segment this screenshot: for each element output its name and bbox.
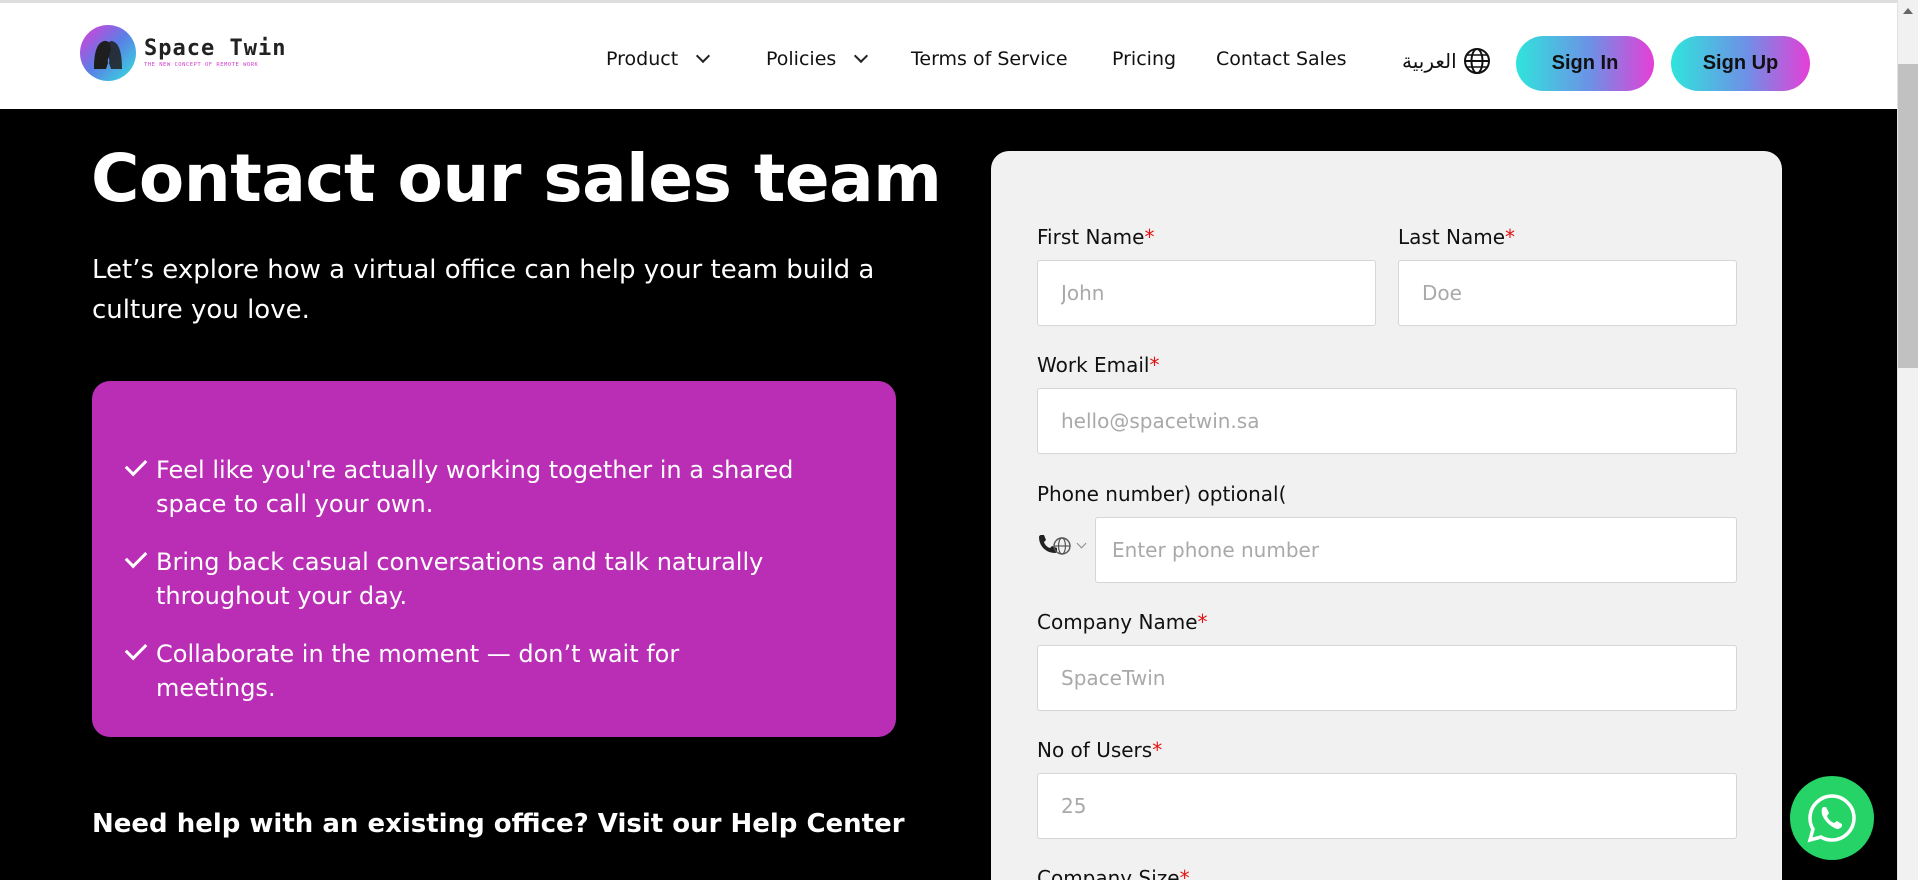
chevron-down-icon [1076, 538, 1087, 548]
brand-tagline: THE NEW CONCEPT OF REMOTE WORK [144, 62, 259, 68]
page-title: Contact our sales team [91, 140, 942, 217]
whatsapp-button[interactable] [1790, 776, 1874, 860]
check-icon [124, 453, 148, 477]
first-name-input[interactable] [1037, 260, 1376, 326]
phone-icon [1039, 535, 1071, 555]
sign-in-button[interactable]: Sign In [1516, 36, 1654, 91]
help-center-link[interactable]: Need help with an existing office? Visit… [92, 809, 905, 839]
globe-icon [1463, 48, 1490, 74]
first-name-label: First Name* [1037, 225, 1154, 249]
country-code-select[interactable] [1036, 533, 1087, 557]
first-name-label-text: First Name [1037, 225, 1145, 249]
company-size-label: Company Size* [1037, 866, 1190, 880]
nav-product-label: Product [606, 48, 679, 70]
company-name-input[interactable] [1037, 645, 1737, 711]
phone-input[interactable] [1095, 517, 1737, 583]
required-mark: * [1179, 866, 1190, 880]
work-email-input[interactable] [1037, 388, 1737, 454]
whatsapp-icon [1807, 794, 1856, 843]
required-mark: * [1152, 738, 1163, 762]
company-name-label: Company Name* [1037, 610, 1208, 634]
required-mark: * [1505, 225, 1516, 249]
users-count-label: No of Users* [1037, 738, 1162, 762]
nav-product[interactable]: Product [606, 48, 711, 70]
company-name-label-text: Company Name [1037, 610, 1198, 634]
scrollbar-thumb[interactable] [1898, 64, 1918, 368]
language-switcher[interactable]: العربية [1402, 47, 1491, 75]
feature-item: Feel like you're actually working togeth… [124, 453, 806, 521]
chevron-down-icon [696, 48, 711, 64]
last-name-label-text: Last Name [1398, 225, 1506, 249]
sign-up-button[interactable]: Sign Up [1671, 36, 1810, 91]
nav-policies[interactable]: Policies [766, 48, 869, 70]
last-name-label: Last Name* [1398, 225, 1515, 249]
contact-form: First Name* Last Name* Work Email* Phone… [991, 151, 1782, 880]
nav-contact-sales[interactable]: Contact Sales [1216, 48, 1347, 70]
feature-text: Feel like you're actually working togeth… [156, 456, 794, 518]
brand-logo[interactable]: Space Twin THE NEW CONCEPT OF REMOTE WOR… [80, 25, 286, 81]
required-mark: * [1197, 610, 1208, 634]
work-email-label-text: Work Email [1037, 353, 1150, 377]
last-name-input[interactable] [1398, 260, 1737, 326]
feature-item: Bring back casual conversations and talk… [124, 545, 806, 613]
feature-text: Bring back casual conversations and talk… [156, 548, 764, 610]
check-icon [124, 545, 148, 569]
feature-item: Collaborate in the moment — don’t wait f… [124, 637, 806, 705]
scroll-up-arrow-icon[interactable] [1903, 8, 1913, 14]
logo-faces-icon [80, 25, 136, 81]
brand-name: Space Twin [144, 36, 287, 61]
nav-terms[interactable]: Terms of Service [911, 48, 1068, 70]
nav-policies-label: Policies [766, 48, 837, 70]
feature-text: Collaborate in the moment — don’t wait f… [156, 640, 680, 702]
check-icon [124, 637, 148, 661]
nav-pricing[interactable]: Pricing [1112, 48, 1176, 70]
language-label: العربية [1402, 49, 1457, 73]
required-mark: * [1149, 353, 1160, 377]
required-mark: * [1144, 225, 1155, 249]
users-count-input[interactable] [1037, 773, 1737, 839]
features-card: Feel like you're actually working togeth… [92, 381, 896, 737]
site-header: Space Twin THE NEW CONCEPT OF REMOTE WOR… [0, 0, 1897, 109]
page-subtitle: Let’s explore how a virtual office can h… [92, 255, 875, 325]
chevron-down-icon [854, 48, 869, 64]
users-count-label-text: No of Users [1037, 738, 1153, 762]
company-size-label-text: Company Size [1037, 866, 1180, 880]
phone-label: Phone number) optional( [1037, 482, 1287, 506]
work-email-label: Work Email* [1037, 353, 1160, 377]
